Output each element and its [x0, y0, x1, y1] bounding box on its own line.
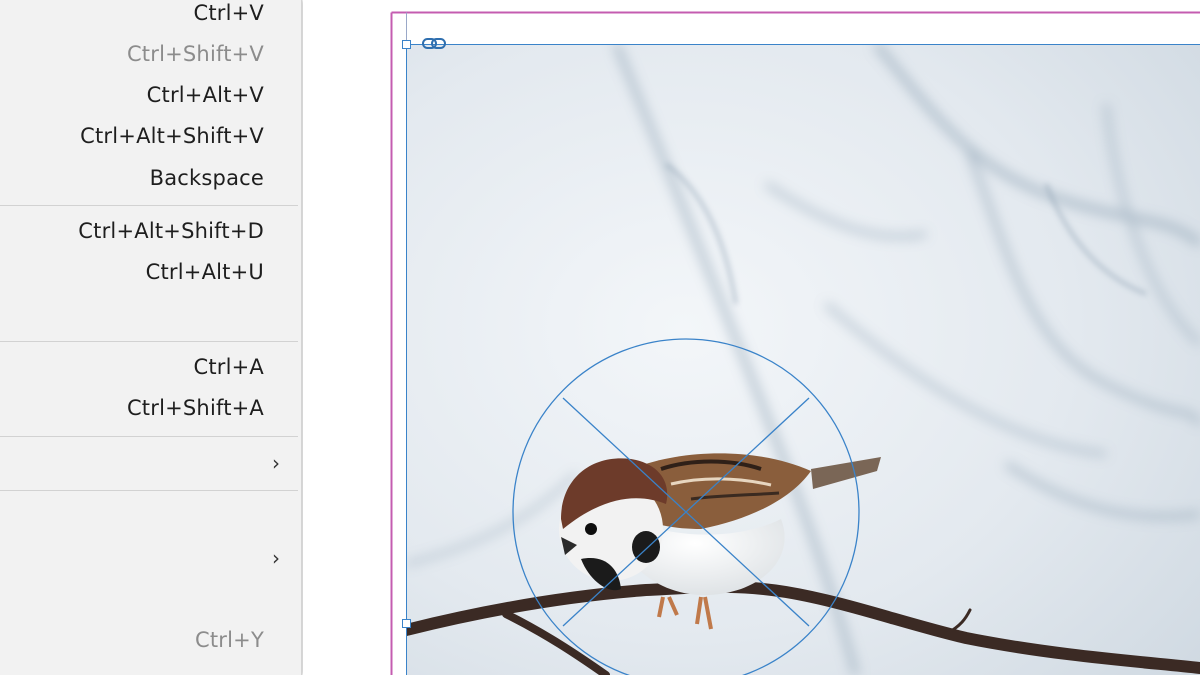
- shortcut-label: Ctrl+Alt+V: [146, 83, 264, 107]
- document-canvas[interactable]: [303, 0, 1200, 675]
- shortcut-label: Ctrl+Shift+V: [126, 42, 264, 66]
- shortcut-label: Ctrl+Alt+Shift+D: [78, 219, 264, 243]
- shortcut-label: Ctrl+Y: [195, 628, 264, 652]
- menu-item-redo: Ctrl+Y: [0, 621, 300, 659]
- shortcut-label: Ctrl+V: [193, 1, 264, 25]
- shortcut-label: Ctrl+Shift+A: [126, 396, 264, 420]
- menu-item-paste-without-formatting: Ctrl+Shift+V: [0, 35, 300, 73]
- menu-item-clear[interactable]: Backspace: [0, 159, 300, 197]
- menu-item-step-and-repeat[interactable]: Ctrl+Alt+U: [0, 253, 300, 291]
- menu-item-blank[interactable]: [0, 295, 300, 333]
- shortcut-label: Ctrl+Alt+Shift+V: [80, 124, 264, 148]
- context-menu: Ctrl+V Ctrl+Shift+V Ctrl+Alt+V Ctrl+Alt+…: [0, 0, 302, 675]
- menu-separator: [0, 341, 298, 342]
- shortcut-label: Ctrl+A: [193, 355, 264, 379]
- menu-item-paste-in-place[interactable]: Ctrl+Alt+Shift+V: [0, 117, 300, 155]
- image-frame[interactable]: [406, 44, 1200, 675]
- menu-item-deselect-all[interactable]: Ctrl+Shift+A: [0, 389, 300, 427]
- chevron-right-icon: ›: [272, 451, 280, 475]
- menu-separator: [0, 436, 298, 437]
- menu-separator: [0, 490, 298, 491]
- menu-item-select-all[interactable]: Ctrl+A: [0, 348, 300, 386]
- menu-item-duplicate[interactable]: Ctrl+Alt+Shift+D: [0, 212, 300, 250]
- menu-item-submenu[interactable]: ›: [0, 539, 300, 577]
- menu-item-paste-into[interactable]: Ctrl+Alt+V: [0, 76, 300, 114]
- frame-handle-top-left[interactable]: [402, 40, 411, 49]
- menu-item-paste[interactable]: Ctrl+V: [0, 0, 300, 32]
- chevron-right-icon: ›: [272, 546, 280, 570]
- sparrow-photo: [406, 44, 1200, 675]
- shortcut-label: Ctrl+Alt+U: [145, 260, 264, 284]
- frame-handle-left-middle[interactable]: [402, 619, 411, 628]
- shortcut-label: Backspace: [149, 166, 264, 190]
- menu-item-submenu[interactable]: ›: [0, 444, 300, 482]
- menu-separator: [0, 205, 298, 206]
